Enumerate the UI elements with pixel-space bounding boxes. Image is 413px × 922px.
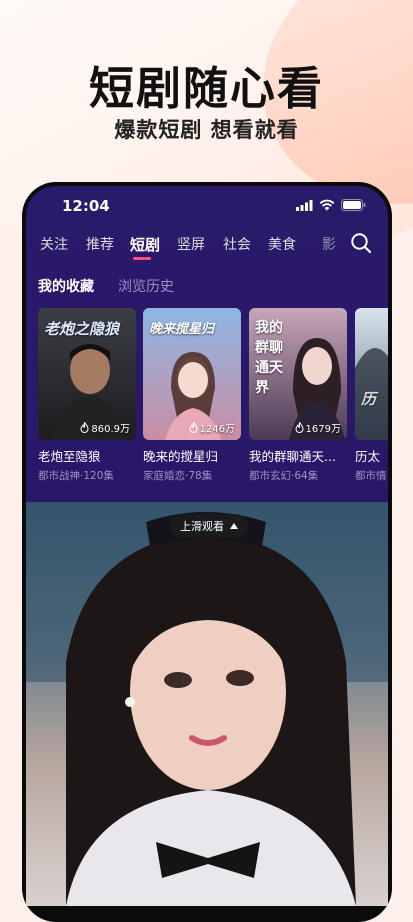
flame-icon [80,422,89,433]
tab-vertical[interactable]: 竖屏 [177,234,205,254]
status-icons [296,199,366,211]
video-frame [26,502,388,906]
drama-card[interactable]: 我的群聊通天界 1679万 我的群聊通天... 都市玄幻·64集 [249,308,347,483]
drama-card[interactable]: 老炮之隐狼 860.9万 老炮至隐狼 都市战神·120集 [38,308,136,483]
drama-title: 我的群聊通天... [249,449,336,464]
drama-poster: 历 [355,308,388,440]
drama-meta: 都市玄幻·64集 [249,470,319,482]
drama-poster: 我的群聊通天界 1679万 [249,308,347,440]
drama-meta: 都市战神·120集 [38,470,114,482]
tab-recommend[interactable]: 推荐 [86,234,114,254]
flame-icon [189,422,198,433]
caret-up-icon [230,523,238,529]
drama-poster: 老炮之隐狼 860.9万 [38,308,136,440]
active-tab-indicator [133,257,151,260]
video-preview[interactable]: 上滑观看 [26,502,388,906]
view-count-text: 1246万 [199,424,235,435]
promo-headline: 短剧随心看 [88,62,324,115]
status-time: 12:04 [62,197,110,215]
swipe-up-hint[interactable]: 上滑观看 [170,514,248,538]
view-count-text: 1679万 [305,424,341,435]
app-screen: 12:04 关注 推荐 短剧 竖屏 社会 美食 影 我的收藏 浏览历史 老炮之隐… [26,186,388,906]
signal-icon [296,199,313,211]
drama-card[interactable]: 历 历太 都市情 [355,308,388,483]
status-bar: 12:04 [26,186,388,226]
drama-title: 晚来的搅星归 [143,449,219,464]
tab-food[interactable]: 美食 [268,234,296,254]
flame-icon [295,422,304,433]
swipe-hint-text: 上滑观看 [180,520,224,533]
wifi-icon [319,199,335,211]
search-icon[interactable] [350,232,372,254]
subtab-favorites[interactable]: 我的收藏 [38,276,94,296]
poster-title: 历 [361,390,377,408]
tab-short-drama[interactable]: 短剧 [130,234,160,255]
poster-title: 我的群聊通天界 [255,320,283,396]
drama-title: 老炮至隐狼 [38,449,101,464]
drama-card[interactable]: 晚来搅星归 1246万 晚来的搅星归 家庭婚恋·78集 [143,308,241,483]
top-tab-bar: 关注 推荐 短剧 竖屏 社会 美食 影 [26,230,388,260]
view-count: 860.9万 [80,420,130,435]
poster-title: 老炮之隐狼 [44,320,120,338]
view-count: 1246万 [189,420,235,435]
poster-title: 晚来搅星归 [149,322,215,337]
drama-meta: 家庭婚恋·78集 [143,470,213,482]
view-count-text: 860.9万 [91,424,130,435]
tab-society[interactable]: 社会 [223,234,251,254]
view-count: 1679万 [295,420,341,435]
promo-subline: 爆款短剧 想看就看 [114,118,299,142]
drama-meta: 都市情 [355,470,387,482]
subtab-history[interactable]: 浏览历史 [118,276,174,296]
battery-icon [341,199,366,211]
tab-follow[interactable]: 关注 [40,234,68,254]
drama-poster: 晚来搅星归 1246万 [143,308,241,440]
tab-film[interactable]: 影 [322,234,336,254]
drama-card-row: 老炮之隐狼 860.9万 老炮至隐狼 都市战神·120集 晚来搅星归 1246万… [38,308,388,488]
poster-figure [355,348,388,440]
drama-title: 历太 [355,449,381,464]
